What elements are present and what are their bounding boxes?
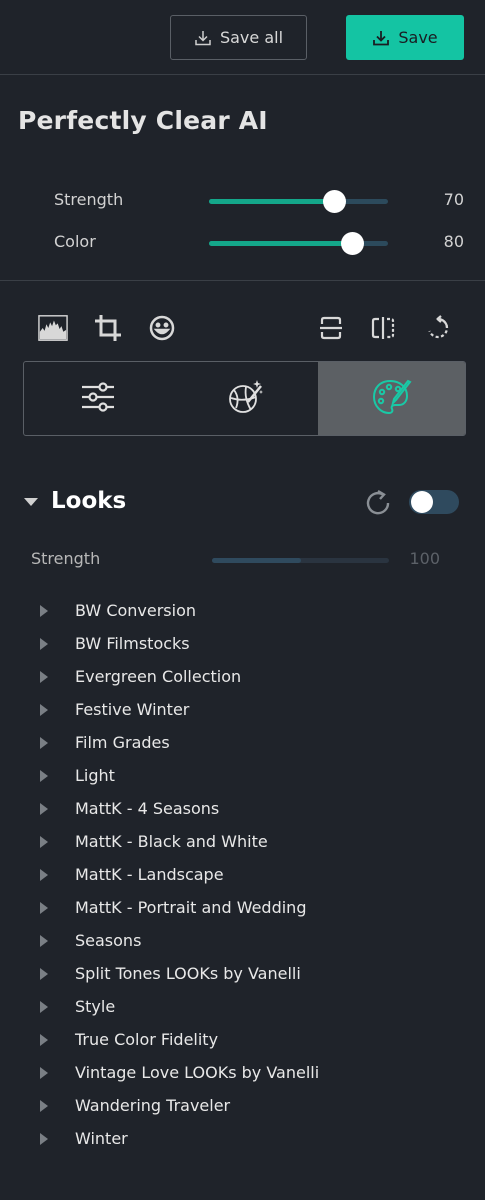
expand-caret-icon[interactable]: [40, 836, 48, 848]
looks-header: Looks: [0, 480, 485, 525]
rotate-icon[interactable]: [423, 313, 453, 343]
color-slider[interactable]: [209, 232, 388, 255]
palette-icon: [372, 378, 412, 420]
tab-adjustments[interactable]: [24, 362, 171, 435]
list-item[interactable]: Evergreen Collection: [0, 661, 485, 694]
list-item-label: Split Tones LOOKs by Vanelli: [75, 964, 301, 983]
expand-caret-icon[interactable]: [40, 1067, 48, 1079]
top-toolbar: Save all Save: [0, 0, 485, 75]
list-item[interactable]: Winter: [0, 1123, 485, 1156]
list-item-label: True Color Fidelity: [75, 1030, 219, 1049]
list-item[interactable]: True Color Fidelity: [0, 1024, 485, 1057]
download-icon: [372, 29, 390, 47]
expand-caret-icon[interactable]: [40, 1133, 48, 1145]
list-item[interactable]: Film Grades: [0, 727, 485, 760]
expand-caret-icon[interactable]: [40, 770, 48, 782]
expand-caret-icon[interactable]: [40, 902, 48, 914]
expand-caret-icon[interactable]: [40, 671, 48, 683]
tab-ai-magic[interactable]: [171, 362, 318, 435]
flip-vertical-icon[interactable]: [316, 313, 346, 343]
expand-caret-icon[interactable]: [40, 1001, 48, 1013]
list-item[interactable]: Vintage Love LOOKs by Vanelli: [0, 1057, 485, 1090]
expand-caret-icon[interactable]: [40, 803, 48, 815]
list-item-label: Festive Winter: [75, 700, 190, 719]
list-item-label: Film Grades: [75, 733, 170, 752]
expand-caret-icon[interactable]: [40, 1034, 48, 1046]
save-label: Save: [398, 28, 438, 47]
expand-caret-icon[interactable]: [40, 1100, 48, 1112]
looks-strength-slider[interactable]: [212, 558, 389, 563]
reset-icon[interactable]: [364, 489, 392, 521]
strength-slider-row: Strength 70: [0, 186, 485, 216]
looks-strength-value: 100: [409, 549, 440, 568]
panel-title: Perfectly Clear AI: [18, 106, 268, 135]
crop-icon[interactable]: [93, 313, 123, 343]
save-all-label: Save all: [219, 28, 284, 47]
panel-tabs: [23, 361, 466, 436]
list-item[interactable]: Split Tones LOOKs by Vanelli: [0, 958, 485, 991]
color-value: 80: [443, 232, 464, 251]
list-item-label: MattK - Landscape: [75, 865, 224, 884]
list-item-label: BW Conversion: [75, 601, 197, 620]
face-icon[interactable]: [147, 313, 177, 343]
looks-strength-row: Strength 100: [0, 545, 485, 575]
expand-caret-icon[interactable]: [40, 605, 48, 617]
toggle-knob: [411, 491, 433, 513]
slider-thumb[interactable]: [341, 232, 365, 255]
color-slider-row: Color 80: [0, 228, 485, 258]
looks-strength-label: Strength: [31, 549, 101, 568]
magic-globe-icon: [226, 378, 264, 420]
list-item-label: Style: [75, 997, 116, 1016]
list-item[interactable]: MattK - 4 Seasons: [0, 793, 485, 826]
list-item[interactable]: BW Filmstocks: [0, 628, 485, 661]
slider-fill: [209, 241, 353, 246]
list-item[interactable]: MattK - Landscape: [0, 859, 485, 892]
expand-caret-icon[interactable]: [40, 869, 48, 881]
save-all-button[interactable]: Save all: [170, 15, 307, 60]
histogram-icon[interactable]: [38, 313, 68, 343]
list-item-label: Light: [75, 766, 115, 785]
collapse-caret-icon[interactable]: [24, 498, 38, 506]
slider-thumb[interactable]: [323, 190, 347, 213]
strength-label: Strength: [54, 190, 124, 209]
download-icon: [194, 29, 212, 47]
save-button[interactable]: Save: [346, 15, 464, 60]
list-item-label: Vintage Love LOOKs by Vanelli: [75, 1063, 320, 1082]
list-item[interactable]: MattK - Portrait and Wedding: [0, 892, 485, 925]
list-item[interactable]: Style: [0, 991, 485, 1024]
list-item-label: MattK - Black and White: [75, 832, 268, 851]
strength-slider[interactable]: [209, 190, 388, 213]
list-item[interactable]: Wandering Traveler: [0, 1090, 485, 1123]
expand-caret-icon[interactable]: [40, 638, 48, 650]
list-item-label: MattK - 4 Seasons: [75, 799, 220, 818]
list-item-label: Seasons: [75, 931, 142, 950]
expand-caret-icon[interactable]: [40, 737, 48, 749]
looks-list: BW Conversion BW Filmstocks Evergreen Coll…: [0, 595, 485, 1156]
list-item-label: BW Filmstocks: [75, 634, 190, 653]
list-item[interactable]: Seasons: [0, 925, 485, 958]
expand-caret-icon[interactable]: [40, 935, 48, 947]
list-item[interactable]: BW Conversion: [0, 595, 485, 628]
list-item-label: Winter: [75, 1129, 128, 1148]
list-item-label: MattK - Portrait and Wedding: [75, 898, 307, 917]
looks-toggle[interactable]: [409, 490, 459, 514]
looks-title: Looks: [51, 488, 127, 514]
tab-looks[interactable]: [318, 362, 465, 435]
list-item[interactable]: Light: [0, 760, 485, 793]
list-item-label: Evergreen Collection: [75, 667, 242, 686]
list-item[interactable]: MattK - Black and White: [0, 826, 485, 859]
perfectly-clear-panel: Perfectly Clear AI Strength 70 Color 80: [0, 76, 485, 281]
flip-horizontal-icon[interactable]: [368, 313, 398, 343]
sliders-icon: [81, 381, 115, 416]
expand-caret-icon[interactable]: [40, 704, 48, 716]
strength-value: 70: [443, 190, 464, 209]
expand-caret-icon[interactable]: [40, 968, 48, 980]
list-item[interactable]: Festive Winter: [0, 694, 485, 727]
slider-fill: [212, 558, 301, 563]
list-item-label: Wandering Traveler: [75, 1096, 231, 1115]
slider-fill: [209, 199, 335, 204]
color-label: Color: [54, 232, 96, 251]
